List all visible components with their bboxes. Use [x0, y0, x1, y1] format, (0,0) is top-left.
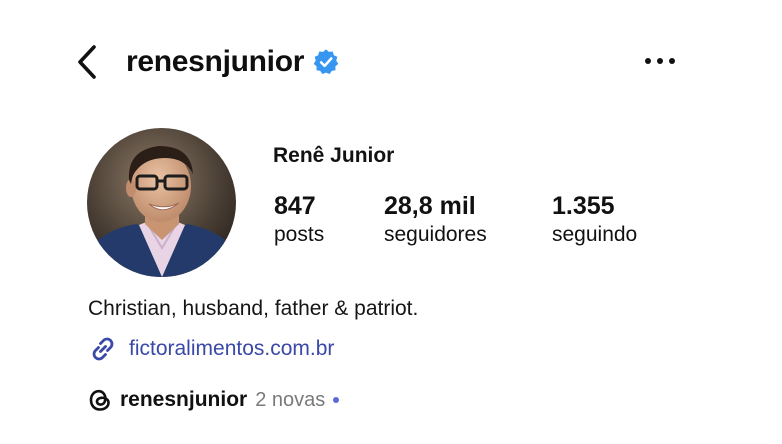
back-button[interactable] [70, 42, 104, 82]
following-stat[interactable]: 1.355 seguindo [552, 190, 637, 248]
verified-badge-icon [313, 49, 339, 75]
link-icon [92, 337, 114, 361]
threads-handle: renesnjunior [120, 388, 248, 411]
threads-badge[interactable]: renesnjunior 2 novas [88, 384, 340, 416]
posts-count: 847 [274, 192, 316, 220]
more-horizontal-icon [645, 58, 675, 64]
followers-stat[interactable]: 28,8 mil seguidores [384, 190, 487, 248]
page-title: renesnjunior [126, 45, 305, 78]
bio-link-text[interactable]: fictoralimentos.com.br [129, 337, 334, 361]
posts-label: posts [274, 223, 325, 246]
following-label: seguindo [552, 223, 638, 246]
display-name: Renê Junior [273, 144, 395, 167]
new-indicator-dot [333, 397, 340, 403]
profile-page: renesnjunior Renê Junior 847 posts 28,8 … [0, 0, 782, 444]
threads-new-label: 2 novas [255, 388, 326, 411]
avatar[interactable] [87, 128, 236, 277]
bio-link[interactable]: fictoralimentos.com.br [88, 333, 334, 365]
avatar-photo [87, 128, 236, 277]
more-options-button[interactable] [638, 46, 682, 76]
following-count: 1.355 [552, 192, 615, 220]
bio-text: Christian, husband, father & patriot. [88, 297, 419, 320]
verified-badge-shape [313, 49, 339, 75]
chevron-left-icon [78, 45, 96, 79]
followers-label: seguidores [384, 223, 487, 246]
followers-count: 28,8 mil [384, 192, 476, 220]
header-username: renesnjunior [126, 40, 340, 84]
threads-icon [89, 389, 110, 411]
posts-stat[interactable]: 847 posts [274, 190, 324, 248]
